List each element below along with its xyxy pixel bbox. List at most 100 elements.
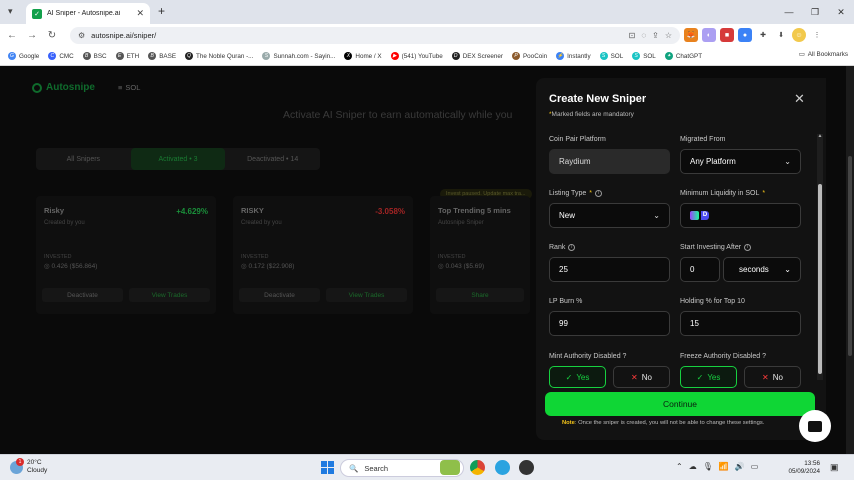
- bookmark-sunnah[interactable]: S Sunnah.com - Sayin...: [262, 52, 335, 60]
- bookmark-star-icon[interactable]: ☆: [665, 31, 672, 40]
- autosnipe-logo[interactable]: Autosnipe: [32, 82, 95, 93]
- close-tab-icon[interactable]: ✕: [136, 8, 144, 19]
- rank-input[interactable]: 25: [549, 257, 670, 282]
- bookmark-bsc[interactable]: B BSC: [82, 52, 107, 60]
- sol-icon: S: [599, 52, 608, 60]
- maximize-icon[interactable]: ❐: [802, 0, 828, 24]
- card-creator: Created by you: [44, 220, 85, 226]
- deactivate-button[interactable]: Deactivate: [42, 288, 123, 302]
- modal-scrollbar[interactable]: ▲: [817, 133, 823, 380]
- active-tab[interactable]: ✓ AI Sniper - Autosnipe.ai ✕: [26, 3, 150, 24]
- lp-burn-input[interactable]: 99: [549, 311, 670, 336]
- address-bar[interactable]: ⚙ autosnipe.ai/sniper/ ⊡ ◌ ⇪ ☆: [70, 27, 680, 44]
- bookmark-instantly[interactable]: ⚡ Instantly: [556, 52, 591, 60]
- bookmark-base[interactable]: B BASE: [148, 52, 176, 60]
- bookmark-google[interactable]: G Google: [8, 52, 39, 60]
- time-unit-select[interactable]: seconds ⌄: [723, 257, 801, 282]
- freeze-no-button[interactable]: ✕ No: [744, 366, 801, 388]
- forward-icon[interactable]: →: [22, 30, 42, 41]
- base-icon: B: [148, 52, 157, 60]
- mint-yes-button[interactable]: ✓ Yes: [549, 366, 606, 388]
- page-scroll-thumb[interactable]: [848, 156, 852, 356]
- view-trades-button[interactable]: View Trades: [129, 288, 210, 302]
- weather-widget[interactable]: 1 20°C Cloudy: [10, 457, 47, 475]
- close-window-icon[interactable]: ✕: [828, 0, 854, 24]
- phantom-icon[interactable]: ◐: [702, 28, 716, 42]
- eye-off-icon[interactable]: ◌: [641, 31, 646, 40]
- window-controls: — ❐ ✕: [776, 0, 854, 24]
- menu-kebab-icon[interactable]: ⋮: [810, 28, 824, 42]
- metamask-icon[interactable]: 🦊: [684, 28, 698, 42]
- bookmark-quran[interactable]: Q The Noble Quran -...: [185, 52, 253, 60]
- freeze-yes-button[interactable]: ✓ Yes: [680, 366, 737, 388]
- holding-top10-input[interactable]: 15: [680, 311, 801, 336]
- site-info-icon[interactable]: ⚙: [78, 31, 85, 40]
- battery-icon[interactable]: ▭: [751, 462, 759, 471]
- chevron-up-icon[interactable]: ⌃: [676, 462, 683, 471]
- profile-avatar[interactable]: ☺: [792, 28, 806, 42]
- system-tray: ⌃ ☁ 🎙 📶 🔊 ▭: [676, 462, 758, 471]
- install-icon[interactable]: ⊡: [629, 31, 636, 40]
- share-button[interactable]: Share: [436, 288, 524, 302]
- bookmark-dexscreener[interactable]: D DEX Screener: [451, 52, 503, 60]
- clock[interactable]: 13:56 05/09/2024: [784, 460, 820, 476]
- field-label: LP Burn %: [549, 297, 583, 305]
- new-tab-icon[interactable]: +: [158, 4, 165, 18]
- bookmark-youtube[interactable]: ▶ (541) YouTube: [390, 52, 443, 60]
- wifi-icon[interactable]: 📶: [719, 462, 729, 471]
- volume-icon[interactable]: 🔊: [735, 462, 745, 471]
- bookmark-sol-1[interactable]: S SOL: [599, 52, 623, 60]
- deactivate-button[interactable]: Deactivate: [239, 288, 320, 302]
- telegram-icon[interactable]: [495, 460, 510, 475]
- extension-red-icon[interactable]: ■: [720, 28, 734, 42]
- lp-burn-field: LP Burn % 99: [549, 296, 670, 336]
- modal-scroll-thumb[interactable]: [818, 184, 822, 374]
- windows-start-icon[interactable]: [321, 461, 334, 474]
- settings-note: Note: Once the sniper is created, you wi…: [562, 420, 765, 426]
- listing-type-select[interactable]: New ⌄: [549, 203, 670, 228]
- tab-all-snipers[interactable]: All Snipers: [36, 148, 131, 170]
- view-trades-button[interactable]: View Trades: [326, 288, 407, 302]
- migrated-from-select[interactable]: Any Platform ⌄: [680, 149, 801, 174]
- chrome-profile-icon[interactable]: [519, 460, 534, 475]
- page-scrollbar[interactable]: [846, 66, 854, 454]
- password-autofill-icon[interactable]: D: [690, 211, 709, 220]
- bookmark-x[interactable]: X Home / X: [344, 52, 382, 60]
- bookmark-cmc[interactable]: C CMC: [48, 52, 74, 60]
- bookmark-eth[interactable]: E ETH: [115, 52, 139, 60]
- info-icon[interactable]: i: [568, 243, 576, 251]
- info-icon[interactable]: i: [744, 243, 752, 251]
- bookmark-sol-2[interactable]: S SOL: [632, 52, 656, 60]
- chrome-icon[interactable]: [470, 460, 485, 475]
- bookmark-chatgpt[interactable]: ✦ ChatGPT: [664, 52, 702, 60]
- reload-icon[interactable]: ↻: [42, 30, 62, 41]
- tab-deactivated[interactable]: Deactivated • 14: [225, 148, 320, 170]
- continue-button[interactable]: Continue: [545, 392, 815, 416]
- chain-selector[interactable]: ≡ SOL: [118, 83, 140, 92]
- back-icon[interactable]: ←: [2, 30, 22, 41]
- download-icon[interactable]: ⬇: [774, 28, 788, 42]
- close-icon[interactable]: ✕: [794, 92, 805, 105]
- coin-pair-platform-field: Coin Pair Platform Raydium: [549, 134, 670, 174]
- min-liquidity-input[interactable]: D: [680, 203, 801, 228]
- minimize-icon[interactable]: —: [776, 0, 802, 24]
- all-bookmarks[interactable]: ▭ All Bookmarks: [799, 51, 848, 58]
- url-text[interactable]: autosnipe.ai/sniper/: [91, 31, 622, 40]
- tab-search-icon[interactable]: ▾: [8, 6, 13, 17]
- extensions-puzzle-icon[interactable]: ✚: [756, 28, 770, 42]
- chat-support-button[interactable]: [799, 410, 831, 442]
- mic-icon[interactable]: 🎙: [703, 462, 713, 471]
- onedrive-icon[interactable]: ☁: [689, 462, 697, 471]
- tab-activated[interactable]: Activated • 3: [130, 148, 226, 170]
- info-icon[interactable]: i: [594, 189, 602, 197]
- mint-no-button[interactable]: ✕ No: [613, 366, 670, 388]
- notification-icon[interactable]: ▣: [830, 462, 839, 473]
- bookmark-poocoin[interactable]: P PooCoin: [511, 52, 547, 60]
- quran-icon: Q: [185, 52, 194, 60]
- scroll-up-icon[interactable]: ▲: [817, 133, 823, 139]
- start-investing-after-input[interactable]: 0: [680, 257, 720, 282]
- cmc-icon: C: [48, 52, 57, 60]
- extension-blue-icon[interactable]: ●: [738, 28, 752, 42]
- share-icon[interactable]: ⇪: [652, 31, 659, 40]
- cat-widget-icon[interactable]: [440, 460, 460, 475]
